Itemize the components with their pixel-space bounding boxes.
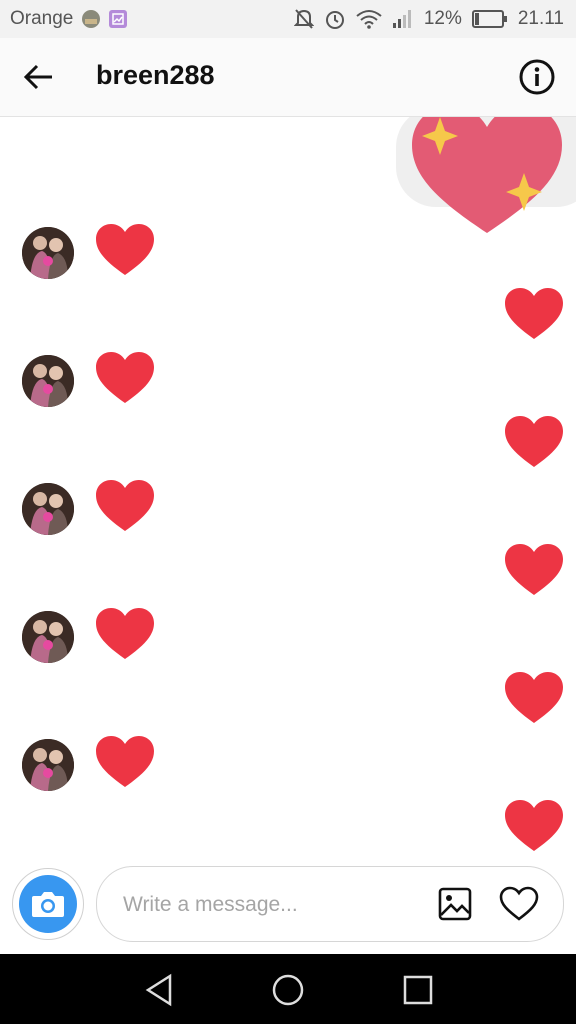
alarm-icon <box>325 11 344 29</box>
carrier-name: Orange <box>10 8 74 29</box>
camera-button-fill <box>19 875 77 933</box>
wifi-icon <box>356 10 382 29</box>
sender-avatar[interactable] <box>22 483 74 535</box>
heart-outline-icon[interactable] <box>499 886 539 922</box>
conversation-title[interactable]: breen288 <box>96 60 215 91</box>
sender-avatar[interactable] <box>22 611 74 663</box>
notification-photo-icon <box>82 10 101 28</box>
status-bar: Orange 12% 21.11 <box>0 0 576 38</box>
sent-heart-message[interactable] <box>504 415 564 469</box>
image-icon[interactable] <box>437 886 473 922</box>
received-heart-message[interactable] <box>95 607 155 661</box>
battery-percent: 12% <box>423 8 462 29</box>
message-thread[interactable] <box>0 117 576 857</box>
sent-heart-message[interactable] <box>504 287 564 341</box>
triangle-back-icon[interactable] <box>140 970 180 1010</box>
camera-icon <box>32 892 64 917</box>
notification-gallery-icon <box>109 10 128 28</box>
arrow-left-icon[interactable] <box>20 58 58 96</box>
system-navigation-bar <box>0 954 576 1024</box>
mute-icon <box>293 9 314 29</box>
status-left: Orange <box>10 0 128 38</box>
received-heart-message[interactable] <box>95 351 155 405</box>
signal-icon <box>392 10 411 28</box>
sent-heart-message[interactable] <box>504 671 564 725</box>
status-right: 12% 21.11 <box>293 0 564 38</box>
message-input[interactable] <box>121 889 425 921</box>
sent-heart-message[interactable] <box>504 799 564 853</box>
info-circle-icon[interactable] <box>518 58 556 96</box>
sender-avatar[interactable] <box>22 227 74 279</box>
clock: 21.11 <box>517 8 564 29</box>
sender-avatar[interactable] <box>22 355 74 407</box>
received-heart-message[interactable] <box>95 735 155 789</box>
sparkling-heart-sticker[interactable] <box>412 117 562 237</box>
received-heart-message[interactable] <box>95 479 155 533</box>
message-composer <box>0 858 576 954</box>
conversation-header: breen288 <box>0 38 576 117</box>
received-heart-message[interactable] <box>95 223 155 277</box>
sender-avatar[interactable] <box>22 739 74 791</box>
square-recents-icon[interactable] <box>398 970 438 1010</box>
sent-heart-message[interactable] <box>504 543 564 597</box>
circle-home-icon[interactable] <box>268 970 308 1010</box>
battery-icon <box>471 10 507 28</box>
camera-button[interactable] <box>12 868 84 940</box>
message-input-container <box>96 866 564 942</box>
